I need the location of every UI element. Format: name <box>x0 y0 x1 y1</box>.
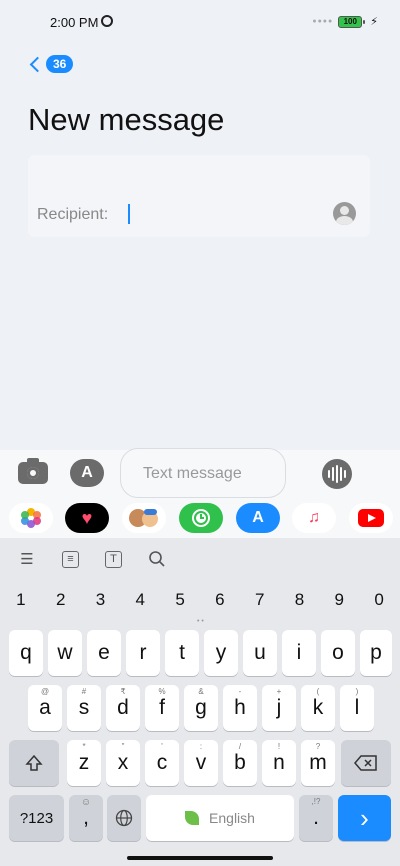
key-x[interactable]: " x <box>106 740 140 786</box>
key-p[interactable]: p <box>360 630 392 676</box>
key-g[interactable]: & g <box>184 685 218 731</box>
digital-touch-app-icon[interactable]: ♥ <box>65 503 109 533</box>
symbols-key[interactable]: ?123 <box>9 795 64 841</box>
shift-key[interactable] <box>9 740 59 786</box>
page-dots: • • <box>197 618 204 625</box>
key-l[interactable]: ) l <box>340 685 374 731</box>
backspace-icon <box>354 755 377 771</box>
key-r[interactable]: r <box>126 630 160 676</box>
key-f[interactable]: % f <box>145 685 179 731</box>
key-v[interactable]: :v <box>184 740 218 786</box>
memoji-app-icon[interactable] <box>122 503 166 533</box>
chevron-left-icon <box>29 56 46 72</box>
recipient-label: Recipient: <box>37 206 109 223</box>
message-input[interactable]: Text message <box>120 448 286 498</box>
status-time: 2:00 PM <box>50 15 99 30</box>
keyboard-toolbar: ☰ ≡ T <box>0 538 400 580</box>
space-key[interactable]: English <box>146 795 294 841</box>
key-2[interactable]: 2 <box>41 590 81 610</box>
key-s[interactable]: # s <box>67 685 101 731</box>
key-k[interactable]: (k <box>301 685 335 731</box>
key-q[interactable]: q <box>9 630 43 676</box>
app-store-icon[interactable]: A <box>70 459 104 487</box>
language-key[interactable] <box>107 795 141 841</box>
key-y[interactable]: y <box>204 630 238 676</box>
page-title: New message <box>28 102 225 137</box>
back-button[interactable]: 36 <box>28 55 74 73</box>
music-app-icon[interactable]: ♫ <box>292 503 336 533</box>
menu-icon[interactable]: ☰ <box>18 550 36 568</box>
signal-dots-icon: ●●●● <box>312 18 334 25</box>
camera-icon[interactable] <box>18 458 48 484</box>
battery-icon: 100 <box>338 15 366 28</box>
key-d[interactable]: ₹ d <box>106 685 140 731</box>
key-j[interactable]: + j <box>262 685 296 731</box>
search-icon[interactable] <box>148 550 166 568</box>
key-c[interactable]: ' c <box>145 740 179 786</box>
key-a[interactable]: @ a <box>28 685 62 731</box>
home-indicator[interactable] <box>127 856 273 860</box>
key-w[interactable]: w <box>48 630 82 676</box>
compose-bar: A Text message <box>0 448 400 498</box>
number-row: 1 2 3 4 5 6 7 8 9 0 <box>0 590 400 610</box>
key-0[interactable]: 0 <box>359 590 399 610</box>
unread-count-badge: 36 <box>46 55 74 73</box>
app-store-app-icon[interactable]: A <box>236 503 280 533</box>
key-3[interactable]: 3 <box>81 590 121 610</box>
status-bar: 2:00 PM ●●●● 100 ⚡ <box>0 0 400 44</box>
key-6[interactable]: 6 <box>200 590 240 610</box>
recipient-input[interactable] <box>128 204 130 224</box>
add-contact-icon[interactable] <box>333 202 356 225</box>
globe-icon <box>115 809 133 827</box>
key-i[interactable]: i <box>282 630 316 676</box>
key-4[interactable]: 4 <box>120 590 160 610</box>
key-o[interactable]: o <box>321 630 355 676</box>
charging-icon: ⚡ <box>370 16 378 28</box>
key-8[interactable]: 8 <box>280 590 320 610</box>
key-1[interactable]: 1 <box>1 590 41 610</box>
photos-app-icon[interactable] <box>9 503 53 533</box>
key-h[interactable]: -h <box>223 685 257 731</box>
text-format-icon[interactable]: T <box>105 550 122 568</box>
key-5[interactable]: 5 <box>160 590 200 610</box>
send-key[interactable]: › <box>338 795 391 841</box>
recipient-card: Recipient: <box>28 155 370 237</box>
message-placeholder: Text message <box>143 465 242 482</box>
voice-message-icon[interactable] <box>322 459 352 489</box>
keyboard: ☰ ≡ T 1 2 3 4 5 6 7 8 9 0 • • q w e r t … <box>0 538 400 866</box>
clipboard-icon[interactable]: ≡ <box>62 550 79 568</box>
notification-icon <box>101 15 113 27</box>
leaf-icon <box>185 811 200 825</box>
key-z[interactable]: * z <box>67 740 101 786</box>
key-m[interactable]: ? m <box>301 740 335 786</box>
key-7[interactable]: 7 <box>240 590 280 610</box>
activity-app-icon[interactable] <box>179 503 223 533</box>
key-b[interactable]: / b <box>223 740 257 786</box>
key-9[interactable]: 9 <box>319 590 359 610</box>
youtube-app-icon[interactable] <box>349 503 393 533</box>
key-n[interactable]: ! n <box>262 740 296 786</box>
key-t[interactable]: t <box>165 630 199 676</box>
status-indicators: ●●●● 100 ⚡ <box>312 15 378 28</box>
backspace-key[interactable] <box>341 740 391 786</box>
period-key[interactable]: ,!?. <box>299 795 333 841</box>
key-u[interactable]: u <box>243 630 277 676</box>
key-e[interactable]: e <box>87 630 121 676</box>
emoji-icon: ☺ <box>80 797 92 808</box>
imessage-apps-row: ♥ A ♫ <box>0 498 400 538</box>
shift-icon <box>25 754 43 771</box>
comma-key[interactable]: ☺, <box>69 795 103 841</box>
